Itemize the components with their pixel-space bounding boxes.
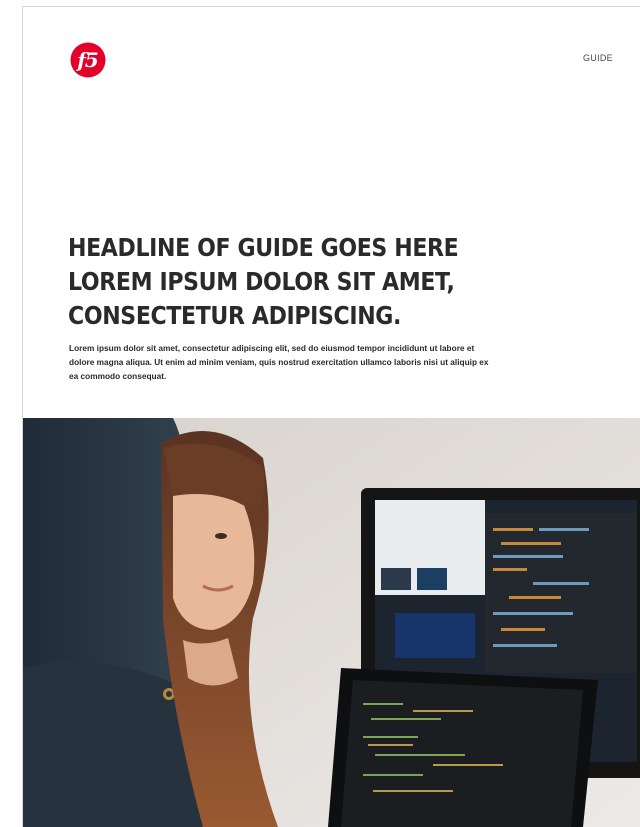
guide-cover-page: f5 GUIDE HEADLINE OF GUIDE GOES HERE LOR… xyxy=(22,6,640,827)
face xyxy=(173,487,255,630)
guide-headline: HEADLINE OF GUIDE GOES HERE LOREM IPSUM … xyxy=(68,231,459,333)
hero-photo xyxy=(23,418,640,827)
hero-photo-illustration xyxy=(23,418,640,827)
intro-paragraph: Lorem ipsum dolor sit amet, consectetur … xyxy=(69,343,489,381)
document-type-label: GUIDE xyxy=(582,53,613,63)
headline-line-3: CONSECTETUR ADIPISCING. xyxy=(68,301,402,330)
f5-logo-icon: f5 xyxy=(70,42,106,78)
logo-lettering: f5 xyxy=(75,48,98,72)
headline-line-2: LOREM IPSUM DOLOR SIT AMET, xyxy=(68,267,455,296)
headline-line-1: HEADLINE OF GUIDE GOES HERE xyxy=(68,233,459,262)
f5-logo: f5 xyxy=(70,42,106,78)
